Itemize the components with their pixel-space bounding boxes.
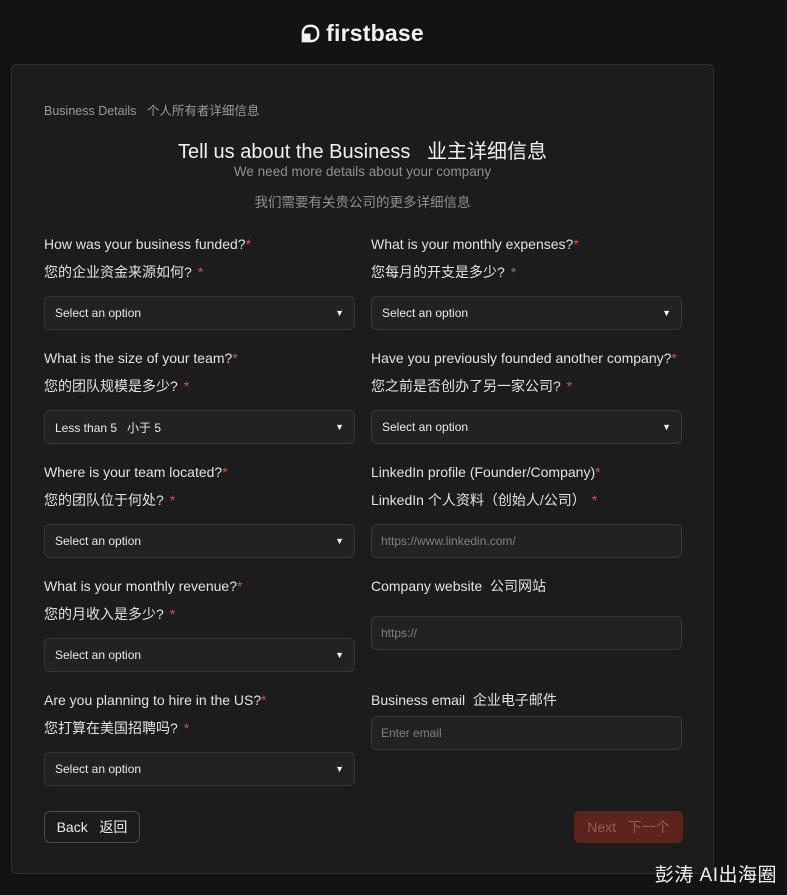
page-title: Tell us about the Business 业主详细信息 [177, 141, 548, 163]
expenses-label-cn: 您每月的开支是多少? * [371, 264, 517, 280]
required-mark: * [232, 350, 238, 366]
linkedin-label-cn: LinkedIn 个人资料（创始人/公司） * [371, 492, 598, 508]
website-field: Company website 公司网站 https:// [371, 578, 682, 651]
website-input[interactable]: https:// [371, 616, 682, 650]
expenses-select-value: Select an option [382, 306, 469, 320]
next-button[interactable]: Next 下一个 [574, 811, 683, 843]
founded-before-field: Have you previously founded another comp… [371, 350, 682, 445]
team-size-label: What is the size of your team?* [44, 350, 238, 366]
email-label: Business email 企业电子邮件 [371, 692, 557, 708]
hire-us-select-value: Select an option [55, 762, 142, 776]
caret-down-icon: ▼ [335, 422, 344, 432]
business-details-card: Business Details 个人所有者详细信息 Tell us about… [11, 64, 714, 874]
team-location-label-cn: 您的团队位于何处? * [44, 492, 176, 508]
linkedin-input[interactable]: https://www.linkedin.com/ [371, 524, 682, 558]
website-input-placeholder: https:// [381, 626, 418, 640]
required-mark: * [169, 492, 176, 508]
team-location-field: Where is your team located?* 您的团队位于何处? * … [44, 464, 355, 559]
revenue-label-cn: 您的月收入是多少? * [44, 606, 176, 622]
revenue-select[interactable]: Select an option ▼ [44, 638, 355, 672]
email-input-placeholder: Enter email [381, 726, 442, 740]
founded-before-select[interactable]: Select an option ▼ [371, 410, 682, 444]
brand-logo: firstbase [0, 20, 725, 47]
required-mark: * [261, 692, 267, 708]
firstbase-logo-icon [301, 24, 320, 43]
required-mark: * [197, 264, 204, 280]
required-mark: * [222, 464, 228, 480]
caret-down-icon: ▼ [335, 308, 344, 318]
page-subtitle: We need more details about your company [233, 164, 492, 179]
funded-select[interactable]: Select an option ▼ [44, 296, 355, 330]
hire-us-label-cn: 您打算在美国招聘吗? * [44, 720, 190, 736]
revenue-select-value: Select an option [55, 648, 142, 662]
linkedin-input-placeholder: https://www.linkedin.com/ [381, 534, 516, 548]
founded-before-label: Have you previously founded another comp… [371, 350, 677, 366]
back-button[interactable]: Back 返回 [44, 811, 140, 843]
funded-select-value: Select an option [55, 306, 142, 320]
funded-field: How was your business funded?* 您的企业资金来源如… [44, 236, 355, 331]
team-location-label: Where is your team located?* [44, 464, 228, 480]
team-size-select-value: Less than 5 小于 5 [55, 420, 162, 435]
required-mark: * [573, 236, 579, 252]
email-input[interactable]: Enter email [371, 716, 682, 750]
caret-down-icon: ▼ [662, 422, 671, 432]
email-field: Business email 企业电子邮件 Enter email [371, 692, 682, 765]
team-size-field: What is the size of your team?* 您的团队规模是多… [44, 350, 355, 445]
team-location-select[interactable]: Select an option ▼ [44, 524, 355, 558]
linkedin-label: LinkedIn profile (Founder/Company)* [371, 464, 601, 480]
required-mark: * [236, 578, 243, 594]
funded-label-cn: 您的企业资金来源如何? * [44, 264, 204, 280]
website-label: Company website 公司网站 [371, 578, 547, 594]
linkedin-field: LinkedIn profile (Founder/Company)* Link… [371, 464, 682, 559]
required-mark: * [591, 492, 598, 508]
hire-us-label: Are you planning to hire in the US?* [44, 692, 267, 708]
watermark-text: 彭涛 AI出海圈 [654, 865, 777, 886]
team-size-select[interactable]: Less than 5 小于 5 ▼ [44, 410, 355, 444]
required-mark: * [566, 378, 573, 394]
funded-label: How was your business funded?* [44, 236, 252, 252]
team-location-select-value: Select an option [55, 534, 142, 548]
revenue-field: What is your monthly revenue?* 您的月收入是多少?… [44, 578, 355, 673]
required-mark: * [169, 606, 176, 622]
team-size-label-cn: 您的团队规模是多少? * [44, 378, 190, 394]
required-mark: * [510, 264, 517, 280]
required-mark: * [245, 236, 252, 252]
required-mark: * [183, 720, 190, 736]
founded-before-label-cn: 您之前是否创办了另一家公司? * [371, 378, 573, 394]
expenses-field: What is your monthly expenses?* 您每月的开支是多… [371, 236, 682, 331]
founded-before-select-value: Select an option [382, 420, 469, 434]
hire-us-field: Are you planning to hire in the US?* 您打算… [44, 692, 355, 787]
breadcrumb: Business Details 个人所有者详细信息 [44, 104, 260, 118]
required-mark: * [183, 378, 190, 394]
revenue-label: What is your monthly revenue?* [44, 578, 243, 594]
caret-down-icon: ▼ [335, 536, 344, 546]
required-mark: * [671, 350, 677, 366]
caret-down-icon: ▼ [335, 650, 344, 660]
hire-us-select[interactable]: Select an option ▼ [44, 752, 355, 786]
expenses-label: What is your monthly expenses?* [371, 236, 579, 252]
brand-name: firstbase [326, 20, 424, 46]
caret-down-icon: ▼ [662, 308, 671, 318]
caret-down-icon: ▼ [335, 764, 344, 774]
expenses-select[interactable]: Select an option ▼ [371, 296, 682, 330]
page-subtitle-cn: 我们需要有关贵公司的更多详细信息 [254, 195, 471, 210]
required-mark: * [595, 464, 601, 480]
